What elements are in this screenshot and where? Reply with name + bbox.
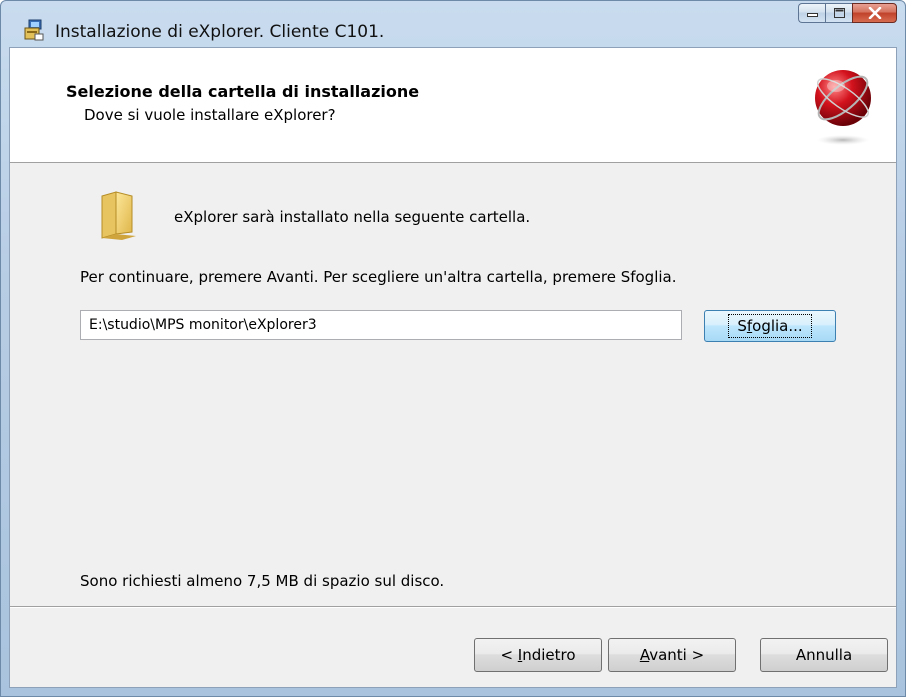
caption-buttons bbox=[798, 3, 897, 25]
next-button[interactable]: Avanti > bbox=[608, 638, 736, 672]
sphere-logo-icon bbox=[815, 70, 871, 145]
window-title: Installazione di eXplorer. Cliente C101. bbox=[55, 22, 385, 42]
close-icon bbox=[868, 7, 881, 19]
browse-button-label: Sfoglia... bbox=[728, 314, 812, 338]
disk-space-text: Sono richiesti almeno 7,5 MB di spazio s… bbox=[80, 572, 445, 590]
close-button[interactable] bbox=[852, 3, 897, 23]
cancel-button-label: Annulla bbox=[795, 646, 853, 664]
install-path-input[interactable] bbox=[80, 310, 682, 340]
page-subtitle: Dove si vuole installare eXplorer? bbox=[84, 106, 336, 124]
installer-window: Installazione di eXplorer. Cliente C101. bbox=[0, 0, 906, 697]
next-button-label: Avanti > bbox=[639, 646, 705, 664]
title-bar[interactable]: Installazione di eXplorer. Cliente C101. bbox=[1, 1, 905, 47]
browse-button[interactable]: Sfoglia... bbox=[704, 310, 836, 342]
footer-divider bbox=[10, 606, 896, 608]
minimize-icon bbox=[806, 13, 818, 17]
back-button-label: < Indietro bbox=[500, 646, 576, 664]
folder-message: eXplorer sarà installato nella seguente … bbox=[174, 208, 531, 226]
back-button[interactable]: < Indietro bbox=[474, 638, 602, 672]
maximize-button[interactable] bbox=[825, 3, 852, 23]
setup-icon bbox=[24, 19, 44, 41]
cancel-button[interactable]: Annulla bbox=[760, 638, 888, 672]
maximize-icon bbox=[833, 8, 845, 18]
minimize-button[interactable] bbox=[798, 3, 825, 23]
page-title: Selezione della cartella di installazion… bbox=[66, 82, 420, 101]
folder-icon bbox=[101, 191, 136, 240]
wizard-header: Selezione della cartella di installazion… bbox=[10, 48, 896, 163]
instruction-text: Per continuare, premere Avanti. Per sceg… bbox=[80, 268, 677, 286]
client-area: Selezione della cartella di installazion… bbox=[9, 47, 897, 688]
